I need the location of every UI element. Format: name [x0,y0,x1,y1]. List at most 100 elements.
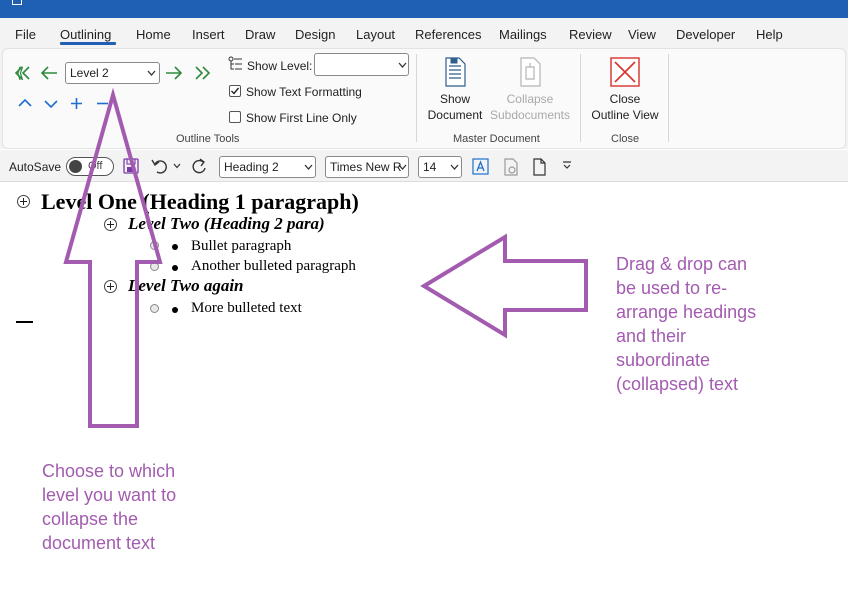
close-outline-view-button[interactable]: Close Outline View [586,91,664,123]
font-select[interactable]: Times New R [325,156,409,178]
tab-draw[interactable]: Draw [245,27,275,42]
autosave-toggle[interactable]: Off [66,157,114,176]
master-document-group-label: Master Document [453,133,540,145]
title-bar [0,0,848,18]
toggle-knob [69,160,82,173]
show-level-select[interactable] [314,53,409,76]
text-box-icon[interactable] [472,158,489,175]
outline-body-symbol[interactable] [150,262,159,271]
outline-heading-1[interactable]: Level One (Heading 1 paragraph) [41,189,359,215]
tab-file[interactable]: File [15,27,36,42]
close-outline-view-icon[interactable] [610,57,640,87]
tab-insert[interactable]: Insert [192,27,225,42]
outline-expand-symbol[interactable] [104,280,117,293]
show-text-formatting-checkbox[interactable] [229,85,241,97]
undo-icon[interactable] [151,158,169,174]
customize-toolbar-icon[interactable] [562,160,572,170]
show-first-line-only-checkbox[interactable] [229,111,241,123]
collapse-subdocuments-icon[interactable] [518,57,542,87]
close-group-label: Close [611,133,640,145]
demote-to-body-text-icon[interactable] [191,66,211,80]
save-icon[interactable] [123,158,139,174]
show-document-button[interactable]: Show Document [424,91,486,123]
document-settings-icon[interactable] [503,158,519,176]
demote-icon[interactable] [165,66,183,80]
show-level-label: Show Level: [247,59,313,73]
annotation-line: Choose to which [42,461,176,481]
outline-heading-2[interactable]: Level Two again [128,276,244,296]
annotation-line: Drag & drop can [616,254,748,274]
annotation-line: collapse the [42,509,139,529]
bullet-icon [172,265,178,271]
quick-access-toolbar: AutoSave Off Heading 2 Times New R 14 [0,150,848,182]
new-document-icon[interactable] [532,158,547,176]
annotation-line: subordinate [616,350,711,370]
style-select[interactable]: Heading 2 [219,156,316,178]
collapse-subdocuments-label-line2: Subdocuments [489,108,571,122]
outline-body-text[interactable]: Another bulleted paragraph [191,258,356,275]
show-document-label-line2: Document [427,108,483,122]
annotation-collapse-level: Choose to which level you want to collap… [42,459,176,555]
outline-expand-symbol[interactable] [104,218,117,231]
annotation-line: level you want to [42,485,177,505]
chevron-down-icon [398,62,407,68]
outline-heading-2[interactable]: Level Two (Heading 2 para) [128,214,325,234]
chevron-down-icon [304,164,313,170]
autosave-label: AutoSave [9,160,62,174]
chevron-down-icon [450,164,459,170]
tab-home[interactable]: Home [136,27,171,42]
collapse-icon[interactable] [96,97,109,110]
promote-icon[interactable] [41,66,59,80]
show-first-line-only-label: Show First Line Only [246,111,357,125]
outline-tools-group-label: Outline Tools [176,133,240,145]
show-text-formatting-label: Show Text Formatting [246,85,362,99]
move-up-icon[interactable] [18,98,32,108]
autosave-state: Off [88,160,103,172]
promote-to-heading-1-button[interactable] [14,66,34,80]
tab-developer[interactable]: Developer [676,27,735,42]
outline-body-symbol[interactable] [150,304,159,313]
menu-bar: File Outlining Home Insert Draw Design L… [0,18,848,48]
outline-body-text[interactable]: More bulleted text [191,300,302,317]
tab-references[interactable]: References [415,27,481,42]
show-level-icon [228,56,242,70]
tab-mailings[interactable]: Mailings [499,27,547,42]
outline-body-symbol[interactable] [150,241,159,250]
bullet-icon [172,244,178,250]
app-icon [12,0,22,5]
chevron-down-icon [398,164,407,170]
annotation-line: (collapsed) text [616,374,739,394]
chevron-down-icon[interactable] [173,163,181,169]
expand-icon[interactable] [70,97,83,110]
redo-icon[interactable] [190,157,208,175]
checkmark-icon [231,87,240,95]
annotation-line: be used to re- [616,278,728,298]
annotation-drag-drop: Drag & drop can be used to re- arrange h… [616,252,756,396]
chevron-down-icon [147,70,156,76]
close-outline-view-label-line2: Outline View [591,108,659,122]
show-document-icon[interactable] [443,57,467,87]
group-divider [416,54,417,142]
move-down-icon[interactable] [44,99,58,109]
outline-body-text[interactable]: Bullet paragraph [191,238,291,255]
group-divider [668,54,669,142]
end-of-document-marker [16,321,33,323]
tab-design[interactable]: Design [295,27,335,42]
group-divider [580,54,581,142]
show-document-label-line1: Show [439,92,471,106]
tab-outlining[interactable]: Outlining [60,27,111,42]
outline-expand-symbol[interactable] [17,195,30,208]
tab-view[interactable]: View [628,27,656,42]
tab-help[interactable]: Help [756,27,783,42]
outline-level-select[interactable]: Level 2 [65,62,160,84]
active-tab-indicator [60,42,116,45]
bullet-icon [172,307,178,313]
collapse-subdocuments-button[interactable]: Collapse Subdocuments [488,91,572,123]
collapse-subdocuments-label-line1: Collapse [506,92,554,106]
annotation-line: document text [42,533,156,553]
tab-review[interactable]: Review [569,27,612,42]
annotation-line: and their [616,326,687,346]
annotation-line: arrange headings [616,302,757,322]
close-outline-view-label-line1: Close [609,92,641,106]
tab-layout[interactable]: Layout [356,27,395,42]
